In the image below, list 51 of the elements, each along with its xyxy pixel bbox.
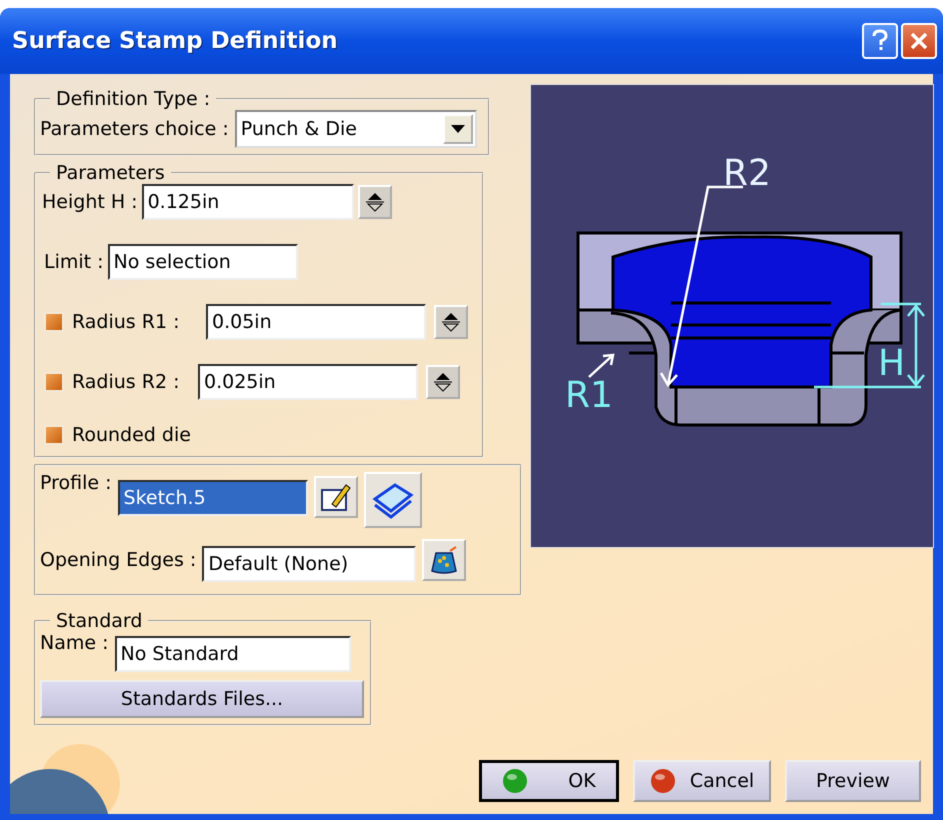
leader-line [588,354,615,378]
checkbox[interactable] [44,372,64,392]
checkbox[interactable] [44,312,64,332]
value-field[interactable]: 0.025in [198,364,418,400]
dropdown[interactable]: Punch & Die [234,110,477,148]
spin-arrows-icon [440,310,462,334]
close-button[interactable] [901,23,937,59]
height-label: H [878,343,906,384]
field-label: Height H : [42,191,138,213]
stack-button[interactable] [364,472,422,528]
group-title: Parameters [55,162,166,184]
spinner-button[interactable] [434,305,468,339]
pencil-icon [320,482,352,512]
value-field[interactable]: No selection [108,244,298,280]
close-icon [909,31,929,51]
field-label: Profile : [40,472,112,494]
edges-field[interactable]: Default (None) [202,546,416,582]
spin-arrows-icon [432,370,454,394]
standard-field[interactable]: No Standard [114,636,350,672]
window-title: Surface Stamp Definition [12,28,338,54]
help-icon [871,29,889,53]
field-label: Parameters choice : [40,118,229,140]
field-label: Opening Edges : [40,549,196,571]
checkbox[interactable] [44,425,64,445]
value-field[interactable]: 0.05in [206,304,426,340]
dialog-button[interactable]: OK [479,760,619,802]
spinner-button[interactable] [358,185,392,219]
profile-field[interactable]: Sketch.5 [118,480,308,516]
field-label: Radius R2 : [72,371,180,393]
sketch-button[interactable] [314,476,358,518]
dialog-button[interactable]: Cancel [633,760,771,802]
value-field[interactable]: 0.125in [142,184,354,220]
layers-icon [370,481,415,519]
edge-selection-button[interactable] [422,539,466,581]
group-title: Definition Type : [55,88,212,110]
field-label: Limit : [44,251,104,273]
radius-label: R2 [723,153,771,194]
ok-ball-icon [502,768,528,794]
spin-arrows-icon [364,190,386,214]
field-label: Radius R1 : [72,311,180,333]
help-button[interactable] [862,23,898,59]
dialog-button[interactable]: Preview [785,760,921,802]
cancel-ball-icon [650,768,676,794]
bag-icon [430,545,458,575]
caret-icon [450,125,465,133]
spinner-button[interactable] [426,365,460,399]
field-label: Name : [40,632,108,654]
group-title: Standard [55,610,144,632]
checkbox-label: Rounded die [72,424,191,446]
radius-label: R1 [565,375,613,416]
standards-files-button[interactable]: Standards Files... [40,680,364,718]
